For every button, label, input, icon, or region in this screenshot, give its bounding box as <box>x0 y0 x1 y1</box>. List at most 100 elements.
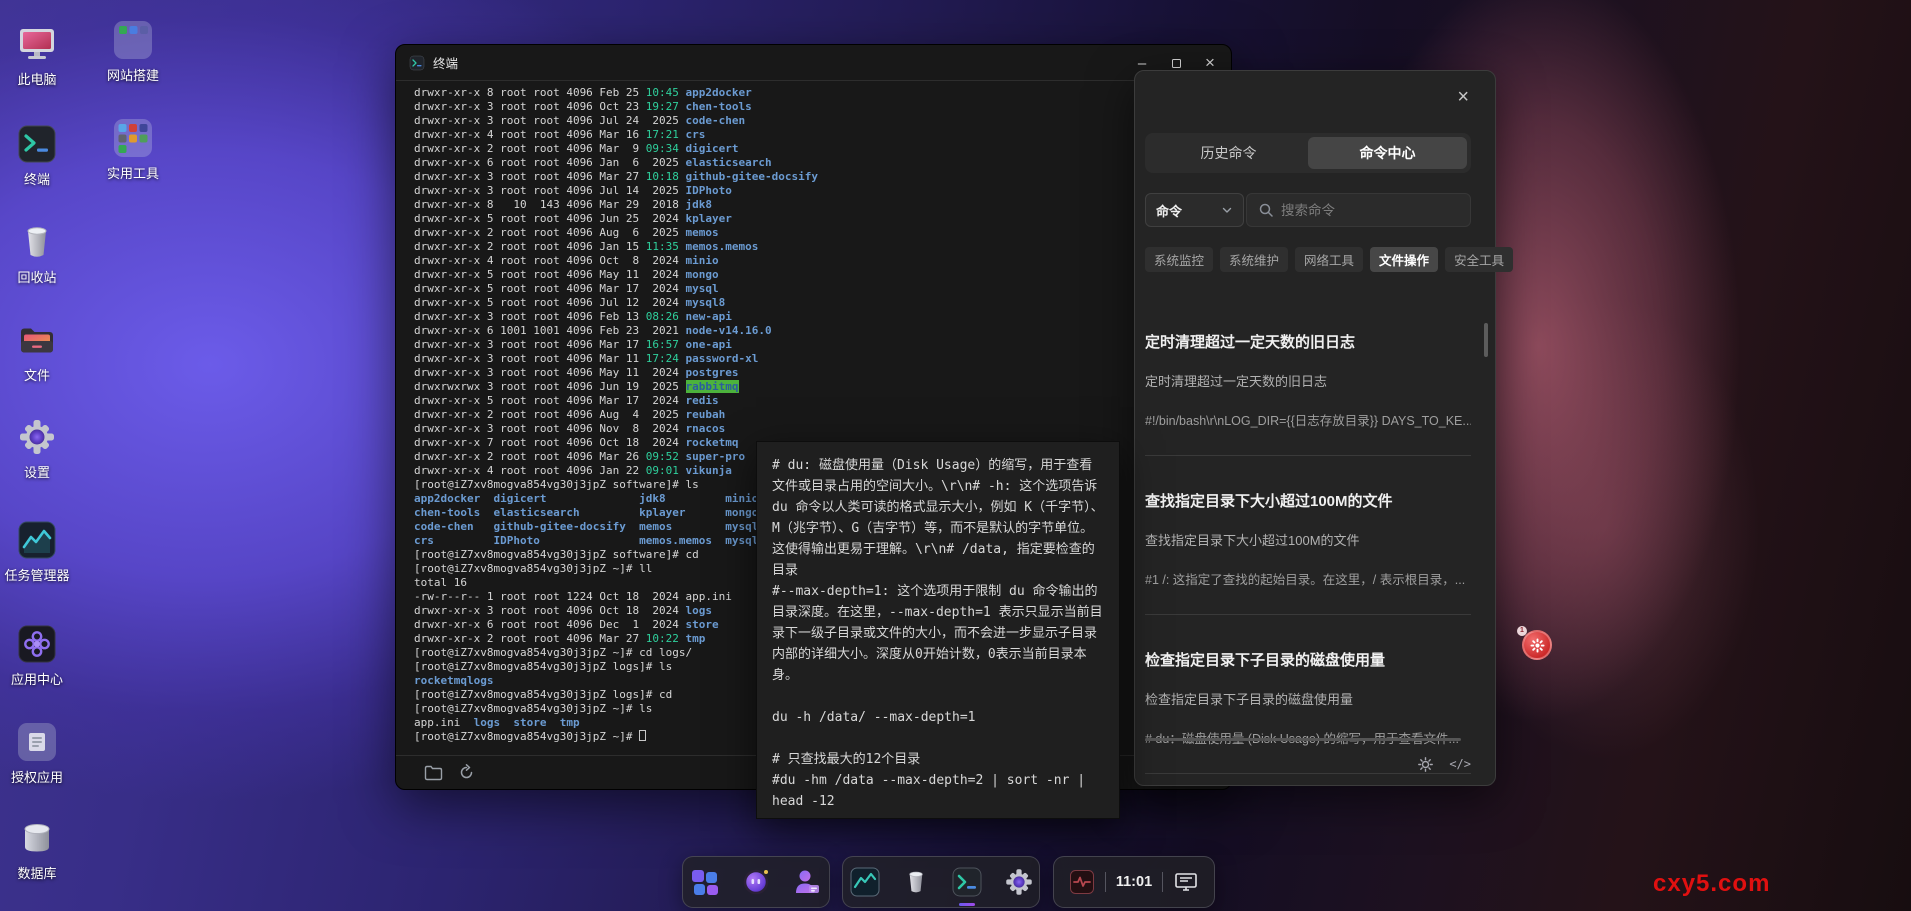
chart-icon <box>17 520 57 560</box>
clock[interactable]: 11:01 <box>1116 874 1152 890</box>
category-chip[interactable]: 安全工具 <box>1445 247 1513 272</box>
desktop-icon-label: 此电脑 <box>2 69 72 88</box>
command-card-description: 检查指定目录下子目录的磁盘使用量 <box>1145 689 1471 708</box>
system-monitor-icon[interactable] <box>849 866 881 898</box>
terminal-line: drwxr-xr-x 3 root root 4096 Oct 23 19:27… <box>414 100 1225 114</box>
taskbar-group-right: 11:01 <box>1053 856 1215 908</box>
terminal-line: drwxrwxrwx 3 root root 4096 Jun 19 2025 … <box>414 380 1225 394</box>
settings-gear-icon[interactable] <box>1004 867 1034 897</box>
command-card-code: #!/bin/bash\r\nLOG_DIR={{日志存放目录}} DAYS_T… <box>1145 410 1471 429</box>
desktop-icon-settings[interactable]: 设置 <box>2 417 72 481</box>
chevron-down-icon <box>1221 204 1233 216</box>
terminal-line: drwxr-xr-x 6 root root 4096 Jan 6 2025 e… <box>414 156 1225 170</box>
desktop-icon-website-build[interactable]: 网站搭建 <box>98 20 168 84</box>
terminal-line: drwxr-xr-x 3 root root 4096 Feb 13 08:26… <box>414 310 1225 324</box>
taskbar-group-left <box>682 856 830 908</box>
command-card[interactable]: 定时清理超过一定天数的旧日志定时清理超过一定天数的旧日志#!/bin/bash\… <box>1145 297 1471 456</box>
search-input[interactable] <box>1281 203 1459 218</box>
desktop-icon-app-center[interactable]: 应用中心 <box>2 624 72 688</box>
desktop-icon-terminal[interactable]: 终端 <box>2 124 72 188</box>
terminal-line: drwxr-xr-x 4 root root 4096 Mar 16 17:21… <box>414 128 1225 142</box>
command-card-title: 定时清理超过一定天数的旧日志 <box>1145 331 1471 352</box>
terminal-titlebar[interactable]: 终端 – × <box>396 45 1231 81</box>
floating-alert-button[interactable] <box>1522 630 1552 660</box>
terminal-line: drwxr-xr-x 3 root root 4096 Nov 8 2024 r… <box>414 422 1225 436</box>
gear-icon <box>17 417 57 457</box>
start-launcher-icon[interactable] <box>690 867 720 897</box>
tooltip-gap <box>772 686 1104 707</box>
app-group-tools-icon <box>113 118 153 158</box>
desktop-icon-this-pc[interactable]: 此电脑 <box>2 24 72 88</box>
license-icon <box>17 722 57 762</box>
desktop-icon-label: 数据库 <box>2 863 72 882</box>
command-type-dropdown[interactable]: 命令 <box>1145 193 1244 227</box>
category-chip[interactable]: 系统维护 <box>1220 247 1288 272</box>
desktop-icon-label: 终端 <box>2 169 72 188</box>
folder-icon <box>17 320 57 360</box>
category-chip[interactable]: 系统监控 <box>1145 247 1213 272</box>
maximize-icon <box>1172 59 1181 68</box>
command-card-title: 检查指定目录下子目录的磁盘使用量 <box>1145 649 1471 670</box>
category-chip[interactable]: 网络工具 <box>1295 247 1363 272</box>
taskbar-divider <box>1105 872 1106 892</box>
command-center-panel: × 历史命令 命令中心 命令 系统监控系统维护网络工具文件操作安全工具 定时清理… <box>1134 70 1496 786</box>
ai-assistant-icon[interactable] <box>741 867 771 897</box>
category-chip[interactable]: 文件操作 <box>1370 247 1438 272</box>
desktop-icon-files[interactable]: 文件 <box>2 320 72 384</box>
alert-gear-icon <box>1530 638 1545 653</box>
terminal-cursor <box>639 730 646 741</box>
database-icon <box>17 818 57 858</box>
command-card-code: #1 /: 这指定了查找的起始目录。在这里，/ 表示根目录，... <box>1145 569 1471 588</box>
desktop-icon-licensed-apps[interactable]: 授权应用 <box>2 722 72 786</box>
user-profile-icon[interactable] <box>792 867 822 897</box>
desktop-icon-utilities[interactable]: 实用工具 <box>98 118 168 182</box>
command-card-title: 查找指定目录下大小超过100M的文件 <box>1145 490 1471 511</box>
folder-icon[interactable] <box>424 765 443 781</box>
terminal-line: drwxr-xr-x 4 root root 4096 Oct 8 2024 m… <box>414 254 1225 268</box>
panel-close-icon[interactable]: × <box>1457 87 1469 107</box>
terminal-line: drwxr-xr-x 3 root root 4096 Mar 17 16:57… <box>414 338 1225 352</box>
desktop-icon-recycle-bin[interactable]: 回收站 <box>2 222 72 286</box>
terminal-line: drwxr-xr-x 5 root root 4096 Mar 17 2024 … <box>414 282 1225 296</box>
code-view-icon[interactable]: </> <box>1449 757 1471 771</box>
tooltip-paragraph: # 只查找最大的12个目录 <box>772 749 1104 770</box>
command-card[interactable]: 查找指定目录下大小超过100M的文件查找指定目录下大小超过100M的文件 #1 /… <box>1145 456 1471 615</box>
search-box <box>1246 193 1471 227</box>
terminal-icon <box>17 124 57 164</box>
desktop-icon-task-manager[interactable]: 任务管理器 <box>2 520 72 584</box>
command-cards: 定时清理超过一定天数的旧日志定时清理超过一定天数的旧日志#!/bin/bash\… <box>1145 297 1471 774</box>
desktop-icon-label: 文件 <box>2 365 72 384</box>
display-server-icon[interactable] <box>1173 869 1199 895</box>
tooltip-paragraph: # du: 磁盘使用量（Disk Usage）的缩写，用于查看文件或目录占用的空… <box>772 455 1104 581</box>
apps-icon <box>17 624 57 664</box>
terminal-line: drwxr-xr-x 2 root root 4096 Aug 4 2025 r… <box>414 408 1225 422</box>
desktop-icon-database[interactable]: 数据库 <box>2 818 72 882</box>
terminal-line: drwxr-xr-x 3 root root 4096 Jul 24 2025 … <box>414 114 1225 128</box>
desktop-icon-label: 应用中心 <box>2 669 72 688</box>
terminal-line: drwxr-xr-x 3 root root 4096 Mar 27 10:18… <box>414 170 1225 184</box>
taskbar-divider <box>1162 872 1163 892</box>
notification-badge: 1 <box>1517 626 1527 636</box>
window-title: 终端 <box>433 53 458 72</box>
computer-icon <box>17 24 57 64</box>
terminal-line: drwxr-xr-x 6 1001 1001 4096 Feb 23 2021 … <box>414 324 1225 338</box>
trash-icon[interactable] <box>902 868 930 896</box>
terminal-line: drwxr-xr-x 3 root root 4096 May 11 2024 … <box>414 366 1225 380</box>
tab-command-center[interactable]: 命令中心 <box>1308 137 1467 169</box>
terminal-line: drwxr-xr-x 2 root root 4096 Jan 15 11:35… <box>414 240 1225 254</box>
health-monitor-icon[interactable] <box>1069 869 1095 895</box>
command-card-description: 查找指定目录下大小超过100M的文件 <box>1145 530 1471 549</box>
tab-history-commands[interactable]: 历史命令 <box>1149 137 1308 169</box>
horizontal-scrollbar[interactable] <box>1145 738 1461 741</box>
desktop-icon-label: 任务管理器 <box>2 565 72 584</box>
vertical-scrollbar[interactable] <box>1484 323 1488 357</box>
tooltip-paragraph: #--max-depth=1: 这个选项用于限制 du 命令输出的目录深度。在这… <box>772 581 1104 686</box>
desktop-icon-label: 回收站 <box>2 267 72 286</box>
search-icon <box>1258 202 1274 218</box>
panel-settings-gear-icon[interactable] <box>1417 756 1434 773</box>
terminal-taskbar-icon[interactable] <box>951 866 983 898</box>
terminal-line: drwxr-xr-x 5 root root 4096 May 11 2024 … <box>414 268 1225 282</box>
terminal-line: drwxr-xr-x 5 root root 4096 Jun 25 2024 … <box>414 212 1225 226</box>
refresh-icon[interactable] <box>458 764 475 781</box>
terminal-line: drwxr-xr-x 3 root root 4096 Jul 14 2025 … <box>414 184 1225 198</box>
